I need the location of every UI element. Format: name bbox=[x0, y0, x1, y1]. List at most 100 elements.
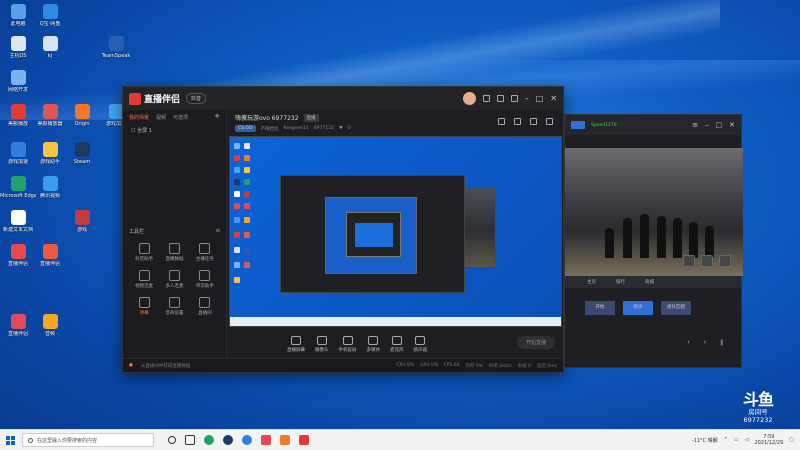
info-icon[interactable] bbox=[701, 255, 713, 267]
cortana-icon[interactable] bbox=[168, 436, 176, 444]
app-icon bbox=[10, 176, 26, 191]
tab-video[interactable]: 视频 bbox=[156, 114, 166, 121]
game-launcher-window[interactable]: Speed1270 ≡ – □ ✕ 主页 排行 商城 开始 购买 组队匹配 ‹ … bbox=[564, 114, 743, 368]
desktop-icon-label: 直播伴侣 bbox=[7, 331, 28, 337]
tray-chevron-icon[interactable]: ^ bbox=[724, 437, 728, 443]
desktop-icon[interactable]: 腾讯视频 bbox=[32, 176, 68, 199]
settings-icon[interactable] bbox=[683, 255, 695, 267]
status-warning[interactable]: 从直播间中获得直播数据 bbox=[141, 363, 191, 369]
desktop-icon[interactable]: 游戏助手 bbox=[32, 142, 68, 165]
close-button[interactable]: ✕ bbox=[729, 121, 735, 129]
app-icon[interactable] bbox=[299, 435, 309, 445]
desktop-icon[interactable]: kj bbox=[32, 36, 68, 59]
minimize-button[interactable]: – bbox=[705, 121, 709, 129]
tool-video-call[interactable]: 视频连麦 bbox=[129, 270, 159, 289]
desktop-icon[interactable]: Microsoft Edge bbox=[0, 176, 36, 199]
chevron-right-icon[interactable]: › bbox=[704, 339, 706, 346]
launcher-button[interactable]: 开始 bbox=[585, 301, 615, 315]
tool-task[interactable]: 主播任务 bbox=[190, 243, 220, 262]
app-icon[interactable] bbox=[242, 435, 252, 445]
scene-item[interactable]: ☐ 全屏 1 bbox=[123, 125, 226, 136]
desktop-icon[interactable]: 网络开发 bbox=[0, 70, 36, 93]
desktop-icon[interactable]: 游戏加速 bbox=[0, 142, 36, 165]
tab-options[interactable]: 可选项 bbox=[173, 114, 188, 121]
desktop-icon[interactable]: 游戏 bbox=[64, 210, 100, 233]
desktop-icon[interactable]: 直播伴侣 bbox=[0, 314, 36, 337]
desktop-icon[interactable]: 直播伴侣 bbox=[32, 244, 68, 267]
app-icon[interactable] bbox=[280, 435, 290, 445]
game-banner[interactable] bbox=[565, 148, 743, 276]
tool-audio[interactable]: 音效设置 bbox=[159, 297, 189, 316]
desktop-icon[interactable]: 直播伴侣 bbox=[0, 244, 36, 267]
source-button[interactable]: 扬声器 bbox=[414, 335, 427, 353]
tools-collapse-icon[interactable]: ⊖ bbox=[216, 228, 220, 235]
clock[interactable]: 7:59 2021/12/29 bbox=[754, 434, 783, 446]
stream-preview[interactable] bbox=[229, 136, 562, 327]
desktop-icon[interactable]: Q宝·网盘 bbox=[32, 4, 68, 27]
notification-icon[interactable]: ▢ bbox=[789, 437, 794, 443]
share-icon[interactable] bbox=[514, 118, 521, 125]
search-box[interactable]: 在这里输入你要搜索的内容 bbox=[22, 433, 154, 447]
maximize-button[interactable]: □ bbox=[716, 121, 723, 129]
task-view-icon[interactable] bbox=[185, 435, 195, 445]
app-icon[interactable] bbox=[261, 435, 271, 445]
room-title[interactable]: 嗨傻玩游ovo 6977232 bbox=[235, 113, 299, 122]
source-button[interactable]: 摄像头 bbox=[315, 335, 329, 353]
chevron-left-icon[interactable]: ‹ bbox=[687, 339, 689, 346]
desktop-icon[interactable]: Origin bbox=[64, 104, 100, 127]
add-scene-icon[interactable]: + bbox=[214, 113, 220, 121]
launcher-button[interactable]: 组队匹配 bbox=[661, 301, 691, 315]
pause-icon[interactable]: ∥ bbox=[720, 339, 723, 346]
app-icon bbox=[42, 4, 58, 19]
close-button[interactable]: ✕ bbox=[550, 94, 557, 103]
tool-people[interactable]: 直播数据 bbox=[159, 243, 189, 262]
message-icon[interactable] bbox=[482, 95, 490, 102]
launcher-tab[interactable]: 主页 bbox=[587, 279, 596, 285]
launcher-tab[interactable]: 排行 bbox=[616, 279, 625, 285]
live-companion-window[interactable]: 直播伴侣 抖音 – □ ✕ 我的场景 视频 可选项 + ☐ 全屏 1 工具栏 ⊖… bbox=[122, 86, 564, 373]
desktop-icon[interactable]: 主机OS bbox=[0, 36, 36, 59]
gift-icon[interactable] bbox=[530, 118, 537, 125]
launcher-tab[interactable]: 商城 bbox=[645, 279, 654, 285]
launcher-button[interactable]: 购买 bbox=[623, 301, 653, 315]
platform-badge[interactable]: 抖音 bbox=[186, 93, 207, 104]
network-icon[interactable]: ▭ bbox=[734, 437, 739, 443]
weather[interactable]: -11°C 晴朗 bbox=[692, 437, 718, 444]
status-stats: CPU 0% GPU 0% FPS 60 内存 0% 码率 0kb/s 丢帧 0 延迟 0m… bbox=[396, 363, 557, 369]
maximize-button[interactable]: □ bbox=[536, 94, 544, 103]
source-button[interactable]: 麦克风 bbox=[390, 335, 404, 353]
game-chip[interactable]: CS:GO bbox=[235, 125, 256, 132]
more-icon[interactable] bbox=[546, 118, 553, 125]
gift-icon[interactable] bbox=[510, 95, 518, 102]
desktop-icon[interactable]: 此电脑 bbox=[0, 4, 36, 27]
tool-danmaku[interactable]: 弹幕 bbox=[129, 297, 159, 316]
avatar[interactable] bbox=[462, 92, 476, 105]
desktop-icon[interactable]: 新建文本文档 bbox=[0, 210, 36, 233]
source-button[interactable]: 手机投屏 bbox=[339, 335, 357, 353]
tool-cart[interactable]: 带货助手 bbox=[190, 270, 220, 289]
desktop-icon[interactable]: TeamSpeak bbox=[98, 36, 134, 59]
tool-multi-call[interactable]: 多人连麦 bbox=[159, 270, 189, 289]
start-icon[interactable] bbox=[6, 435, 15, 445]
volume-icon[interactable]: ◁ bbox=[745, 437, 749, 443]
steam-icon[interactable] bbox=[223, 435, 233, 445]
edge-icon[interactable] bbox=[204, 435, 214, 445]
desktop-icon[interactable]: Steam bbox=[64, 142, 100, 165]
source-button[interactable]: 多媒体 bbox=[367, 335, 380, 353]
start-live-button[interactable]: 开始直播 bbox=[516, 336, 555, 349]
tab-scenes[interactable]: 我的场景 bbox=[129, 114, 149, 121]
desktop-icon[interactable]: 音频 bbox=[32, 314, 68, 337]
menu-icon[interactable]: ≡ bbox=[692, 121, 698, 129]
room-tag[interactable]: 直播 bbox=[303, 113, 319, 122]
desktop-icon[interactable]: 美颜播放器 bbox=[32, 104, 68, 127]
tool-chat[interactable]: 抖音助手 bbox=[129, 243, 159, 262]
star-icon[interactable] bbox=[719, 255, 731, 267]
minimize-button[interactable]: – bbox=[525, 94, 529, 103]
settings-icon[interactable] bbox=[496, 95, 504, 102]
desktop-icon[interactable]: 美颜播放 bbox=[0, 104, 36, 127]
launcher-account[interactable]: Speed1270 bbox=[591, 123, 617, 128]
sidebar: 我的场景 视频 可选项 + ☐ 全屏 1 工具栏 ⊖ 抖音助手 直播数据 主播任务视… bbox=[123, 110, 227, 358]
lock-icon[interactable] bbox=[498, 118, 505, 125]
source-button[interactable]: 直播屏幕 bbox=[287, 335, 305, 353]
tool-room[interactable]: 直播间 bbox=[190, 297, 220, 316]
